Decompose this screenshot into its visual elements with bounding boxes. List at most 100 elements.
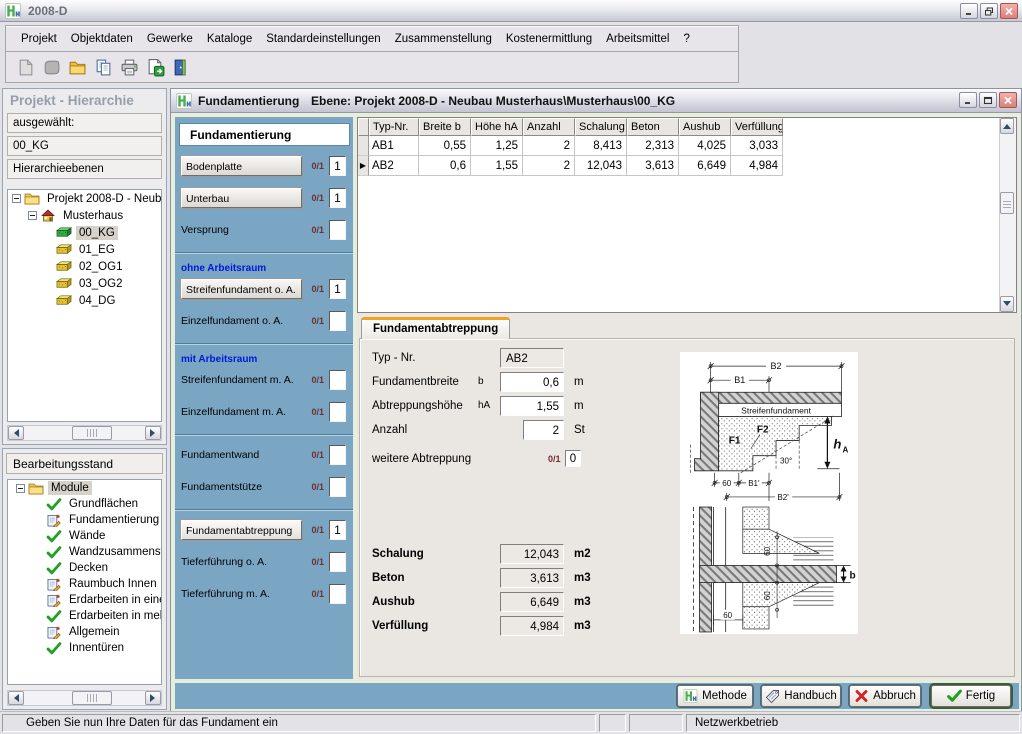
table-row[interactable]: ▶ AB2 0,6 1,55 2 12,043 3,613 6,649 4,98… [358, 156, 1016, 176]
tree-item[interactable]: Erdarbeiten in mehre [8, 608, 161, 624]
cell-hoehe[interactable]: 1,55 [471, 156, 523, 176]
scroll-thumb[interactable] [72, 426, 112, 440]
tree-item-label[interactable]: Grundflächen [66, 497, 141, 511]
tree-item-label[interactable]: Musterhaus [60, 209, 126, 223]
export-check-icon[interactable] [144, 56, 166, 78]
footer-button[interactable]: Abbruch [849, 685, 921, 707]
scroll-right-button[interactable] [145, 426, 161, 440]
open-gray-icon[interactable] [40, 56, 62, 78]
exit-door-icon[interactable] [170, 56, 192, 78]
scroll-left-button[interactable] [8, 426, 24, 440]
cell-verfuellung[interactable]: 3,033 [731, 136, 783, 156]
copy-icon[interactable] [92, 56, 114, 78]
tree-item[interactable]: Module [8, 480, 161, 496]
footer-button[interactable]: Handbuch [761, 685, 841, 707]
cell-breite[interactable]: 0,55 [419, 136, 471, 156]
tree-item[interactable]: 02_OG1 [8, 258, 161, 275]
tree-item[interactable]: Innentüren [8, 640, 161, 656]
sidebar-item-label[interactable]: Unterbau [181, 188, 302, 208]
tree-item[interactable]: Erdarbeiten in einer [8, 592, 161, 608]
cell-typ-nr[interactable]: AB2 [369, 156, 419, 176]
menu-item[interactable]: Kostenermittlung [499, 29, 599, 49]
sidebar-item-label[interactable]: Bodenplatte [181, 156, 302, 176]
tree-item[interactable]: Allgemein [8, 624, 161, 640]
window-button[interactable] [999, 92, 1017, 108]
tree-item-label[interactable]: 00_KG [76, 226, 118, 240]
tree-item-label[interactable]: Allgemein [66, 625, 123, 639]
column-header[interactable]: Höhe hA [471, 118, 523, 136]
sidebar-item-label[interactable]: Fundamentstütze [181, 481, 262, 493]
cell-anzahl[interactable]: 2 [523, 136, 575, 156]
menu-item[interactable]: Standardeinstellungen [259, 29, 387, 49]
menu-item[interactable]: Arbeitsmittel [599, 29, 676, 49]
count-input[interactable] [329, 370, 346, 390]
cell-schalung[interactable]: 12,043 [575, 156, 627, 176]
tree-item[interactable]: Grundflächen [8, 496, 161, 512]
tree-item-label[interactable]: 04_DG [76, 294, 118, 308]
scroll-track[interactable] [24, 426, 145, 440]
open-folder-icon[interactable] [66, 56, 88, 78]
count-input[interactable] [329, 584, 346, 604]
sidebar-item-label[interactable]: Tieferführung m. A. [181, 588, 270, 600]
tree-item-label[interactable]: 01_EG [76, 243, 118, 257]
count-input[interactable] [329, 445, 346, 465]
window-button[interactable] [1000, 3, 1018, 19]
count-input[interactable] [329, 477, 346, 497]
count-input[interactable]: 1 [329, 279, 346, 299]
tree-item-label[interactable]: Wände [66, 529, 108, 543]
menu-item[interactable]: Kataloge [200, 29, 259, 49]
tree-item-label[interactable]: Module [48, 481, 92, 495]
count-input[interactable]: 1 [329, 156, 346, 176]
sidebar-item-label[interactable]: Fundamentabtreppung [181, 520, 302, 540]
column-header[interactable]: Typ-Nr. [369, 118, 419, 136]
count-input[interactable] [329, 311, 346, 331]
cell-schalung[interactable]: 8,413 [575, 136, 627, 156]
window-button[interactable] [959, 92, 977, 108]
horizontal-scrollbar[interactable] [7, 690, 162, 706]
count-input[interactable] [329, 552, 346, 572]
tree-item-label[interactable]: Raumbuch Innen [66, 577, 160, 591]
expander-minus-icon[interactable] [16, 484, 25, 493]
expander-minus-icon[interactable] [12, 194, 21, 203]
count-input[interactable]: 1 [329, 520, 346, 540]
scroll-track[interactable] [1000, 134, 1016, 296]
scroll-thumb[interactable] [72, 691, 112, 705]
tree-item-label[interactable]: Erdarbeiten in einer [66, 593, 162, 607]
window-button[interactable] [979, 92, 997, 108]
cell-aushub[interactable]: 4,025 [679, 136, 731, 156]
column-header[interactable]: Schalung [575, 118, 627, 136]
column-header[interactable]: Breite b [419, 118, 471, 136]
tree-item[interactable]: Musterhaus [8, 207, 161, 224]
cell-beton[interactable]: 2,313 [627, 136, 679, 156]
sidebar-item-label[interactable]: Streifenfundament m. A. [181, 374, 294, 386]
tree-item-label[interactable]: 02_OG1 [76, 260, 125, 274]
sidebar-item-label[interactable]: mit Arbeitsraum [181, 354, 257, 365]
print-icon[interactable] [118, 56, 140, 78]
menu-item[interactable]: Gewerke [140, 29, 200, 49]
menu-item[interactable]: Objektdaten [64, 29, 140, 49]
tree-item[interactable]: 00_KG [8, 224, 161, 241]
footer-button[interactable]: Fertig [931, 685, 1011, 707]
tree-item[interactable]: Raumbuch Innen [8, 576, 161, 592]
sidebar-item-label[interactable]: Tieferführung o. A. [181, 556, 267, 568]
tree-item-label[interactable]: Erdarbeiten in mehre [66, 609, 162, 623]
footer-button[interactable]: Methode [677, 685, 753, 707]
tree-item[interactable]: 03_OG2 [8, 275, 161, 292]
column-header[interactable]: Anzahl [523, 118, 575, 136]
expander-minus-icon[interactable] [28, 211, 37, 220]
vertical-scrollbar[interactable] [999, 118, 1016, 312]
fundamentbreite-input[interactable]: 0,6 [500, 372, 564, 392]
cell-breite[interactable]: 0,6 [419, 156, 471, 176]
tree-item[interactable]: 01_EG [8, 241, 161, 258]
tree-item[interactable]: Wände [8, 528, 161, 544]
cell-beton[interactable]: 3,613 [627, 156, 679, 176]
column-header[interactable]: Aushub [679, 118, 731, 136]
scroll-down-button[interactable] [1000, 296, 1014, 312]
sidebar-item-label[interactable]: Versprung [181, 224, 229, 236]
tree-item-label[interactable]: Innentüren [66, 641, 127, 655]
sidebar-item-label[interactable]: Streifenfundament o. A. [181, 279, 302, 299]
tree-item[interactable]: 04_DG [8, 292, 161, 309]
window-button[interactable] [980, 3, 998, 19]
new-document-icon[interactable] [14, 56, 36, 78]
window-button[interactable] [960, 3, 978, 19]
